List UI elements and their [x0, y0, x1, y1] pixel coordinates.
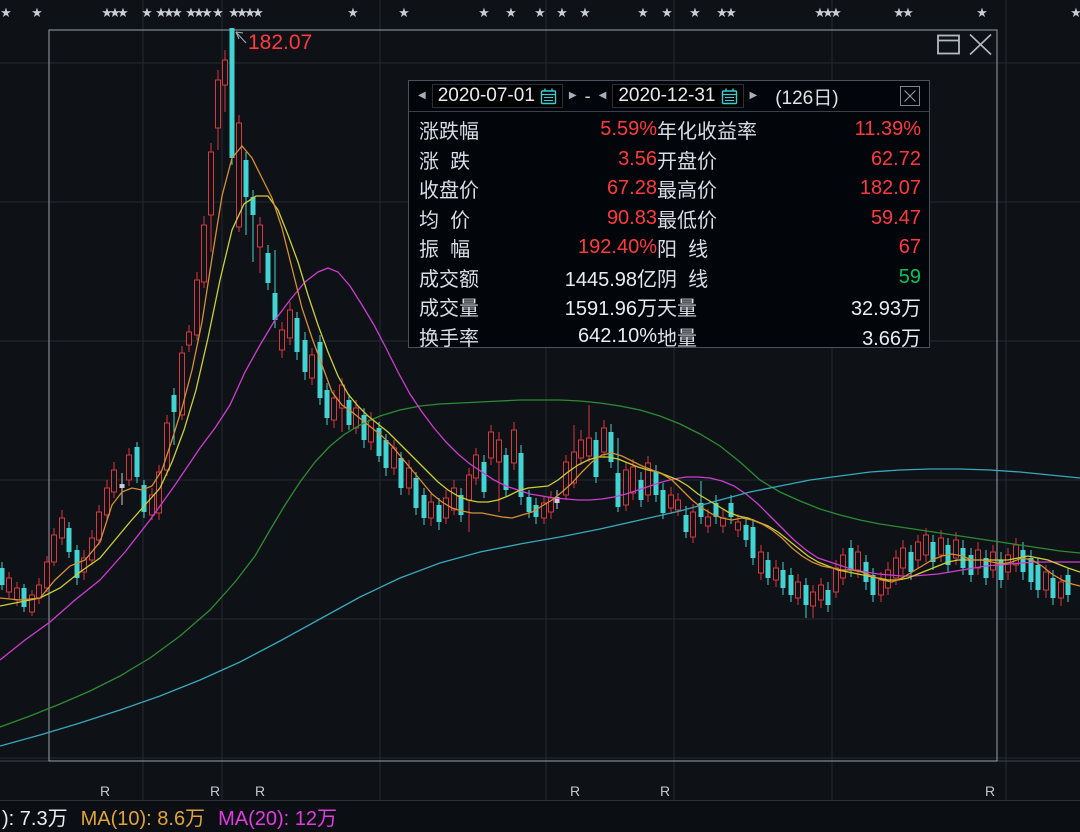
- stat-label: 最高价: [657, 180, 717, 203]
- stats-row: 振 幅 192.40% 阳 线 67: [419, 233, 921, 263]
- end-date-value: 2020-12-31: [618, 85, 716, 106]
- star-marks: ★ ★ ★★★ ★ ★★★ ★★★ ★ ★★★★ ★ ★ ★ ★ ★ ★ ★ ★ ★ ★ ★★ ★★★ ★★ ★ ★: [0, 5, 1080, 20]
- stat-value: 3.56: [618, 147, 657, 170]
- stat-value: 59.47: [870, 206, 921, 229]
- star-mark-icon: ★: [347, 5, 359, 20]
- stat-label: 阳 线: [657, 239, 709, 262]
- star-mark-icon: ★: [31, 5, 43, 20]
- date-range-separator: -: [584, 85, 591, 106]
- star-mark-icon: ★: [534, 5, 546, 20]
- start-date-field[interactable]: 2020-07-01: [431, 84, 563, 108]
- r-mark: R: [660, 783, 670, 799]
- stat-label: 收盘价: [419, 180, 479, 203]
- star-mark-icon: ★: [725, 5, 737, 20]
- r-mark: R: [100, 783, 110, 799]
- stat-value: 67.28: [606, 177, 657, 200]
- star-mark-icon: ★: [637, 5, 649, 20]
- stat-value: 1591.96万: [564, 298, 657, 321]
- star-mark-icon: ★: [478, 5, 490, 20]
- star-mark-icon: ★: [252, 5, 264, 20]
- r-mark: R: [255, 783, 265, 799]
- stat-label: 阴 线: [657, 268, 709, 291]
- stat-label: 换手率: [419, 327, 479, 350]
- volume-ma-bar: ): 7.3万 MA(10): 8.6万 MA(20): 12万: [0, 800, 1080, 832]
- stats-row: 涨跌幅 5.59% 年化收益率 11.39%: [419, 115, 921, 145]
- star-mark-icon: ★: [556, 5, 568, 20]
- close-button[interactable]: [967, 32, 994, 57]
- star-mark-icon: ★: [579, 5, 591, 20]
- stat-value: 67: [898, 236, 921, 259]
- star-mark-icon: ★: [1070, 5, 1080, 20]
- stats-row: 均 价 90.83 最低价 59.47: [419, 204, 921, 234]
- star-mark-icon: ★: [398, 5, 410, 20]
- stat-value: 642.10%: [578, 324, 657, 347]
- start-date-value: 2020-07-01: [437, 85, 535, 106]
- stat-label: 年化收益率: [657, 121, 757, 144]
- star-mark-icon: ★: [141, 5, 153, 20]
- stat-value: 11.39%: [854, 118, 921, 141]
- end-date-field[interactable]: 2020-12-31: [612, 84, 744, 108]
- stat-label: 地量: [657, 327, 697, 350]
- range-days-label: (126日): [775, 87, 839, 109]
- star-mark-icon: ★: [505, 5, 517, 20]
- stat-value: 3.66万: [862, 327, 921, 350]
- stats-row: 成交量 1591.96万 天量 32.93万: [419, 292, 921, 322]
- star-mark-icon: ★: [830, 5, 842, 20]
- star-mark-icon: ★: [902, 5, 914, 20]
- range-stats-panel: ◀ 2020-07-01 ▶ - ◀ 2020-12-31 ▶ (126日) 涨…: [408, 80, 930, 351]
- stat-label: 最低价: [657, 209, 717, 232]
- stat-label: 振 幅: [419, 239, 471, 262]
- star-mark-icon: ★: [661, 5, 673, 20]
- vol-ma10-readout: MA(10): 8.6万: [80, 808, 206, 830]
- end-date-next-button[interactable]: ▶: [750, 91, 758, 101]
- stat-label: 天量: [657, 298, 697, 321]
- stat-value: 5.59%: [600, 118, 657, 141]
- star-mark-icon: ★: [201, 5, 213, 20]
- stat-label: 涨 跌: [419, 150, 471, 173]
- stat-label: 均 价: [419, 209, 471, 232]
- peak-price-label: 182.07: [248, 31, 312, 54]
- vol-ma20-readout: MA(20): 12万: [218, 808, 337, 830]
- r-mark: R: [210, 783, 220, 799]
- stat-label: 成交额: [419, 268, 479, 291]
- start-date-next-button[interactable]: ▶: [569, 91, 577, 101]
- window-controls: [936, 32, 994, 57]
- stat-value: 182.07: [859, 177, 921, 200]
- star-mark-icon: ★: [976, 5, 988, 20]
- stats-row: 成交额 1445.98亿 阴 线 59: [419, 263, 921, 293]
- star-mark-icon: ★: [0, 5, 12, 20]
- r-mark: R: [985, 783, 995, 799]
- calendar-icon[interactable]: [540, 88, 557, 105]
- stat-value: 1445.98亿: [564, 268, 657, 291]
- star-mark-icon: ★: [212, 5, 224, 20]
- start-date-prev-button[interactable]: ◀: [418, 91, 426, 101]
- stat-value: 59: [898, 265, 921, 288]
- panel-header: ◀ 2020-07-01 ▶ - ◀ 2020-12-31 ▶ (126日): [409, 81, 929, 112]
- stat-label: 成交量: [419, 298, 479, 321]
- star-mark-icon: ★: [689, 5, 701, 20]
- calendar-icon[interactable]: [721, 88, 738, 105]
- stats-row: 收盘价 67.28 最高价 182.07: [419, 174, 921, 204]
- peak-annotation: 182.07: [235, 31, 312, 54]
- stats-rows: 涨跌幅 5.59% 年化收益率 11.39% 涨 跌 3.56 开盘价 62.7…: [409, 112, 929, 351]
- stat-value: 90.83: [606, 206, 657, 229]
- stat-value: 192.40%: [578, 236, 657, 259]
- stats-row: 换手率 642.10% 地量 3.66万: [419, 322, 921, 352]
- panel-close-button[interactable]: [900, 86, 920, 106]
- star-mark-icon: ★: [171, 5, 183, 20]
- vol-ma5-readout: ): 7.3万: [2, 808, 68, 830]
- end-date-prev-button[interactable]: ◀: [599, 91, 607, 101]
- r-mark: R: [570, 783, 580, 799]
- r-marks: RRRRRR: [100, 783, 995, 799]
- stat-value: 62.72: [870, 147, 921, 170]
- stat-value: 32.93万: [850, 298, 921, 321]
- star-mark-icon: ★: [117, 5, 129, 20]
- stats-row: 涨 跌 3.56 开盘价 62.72: [419, 145, 921, 175]
- stat-label: 涨跌幅: [419, 121, 479, 144]
- maximize-button[interactable]: [936, 32, 961, 57]
- stat-label: 开盘价: [657, 150, 717, 173]
